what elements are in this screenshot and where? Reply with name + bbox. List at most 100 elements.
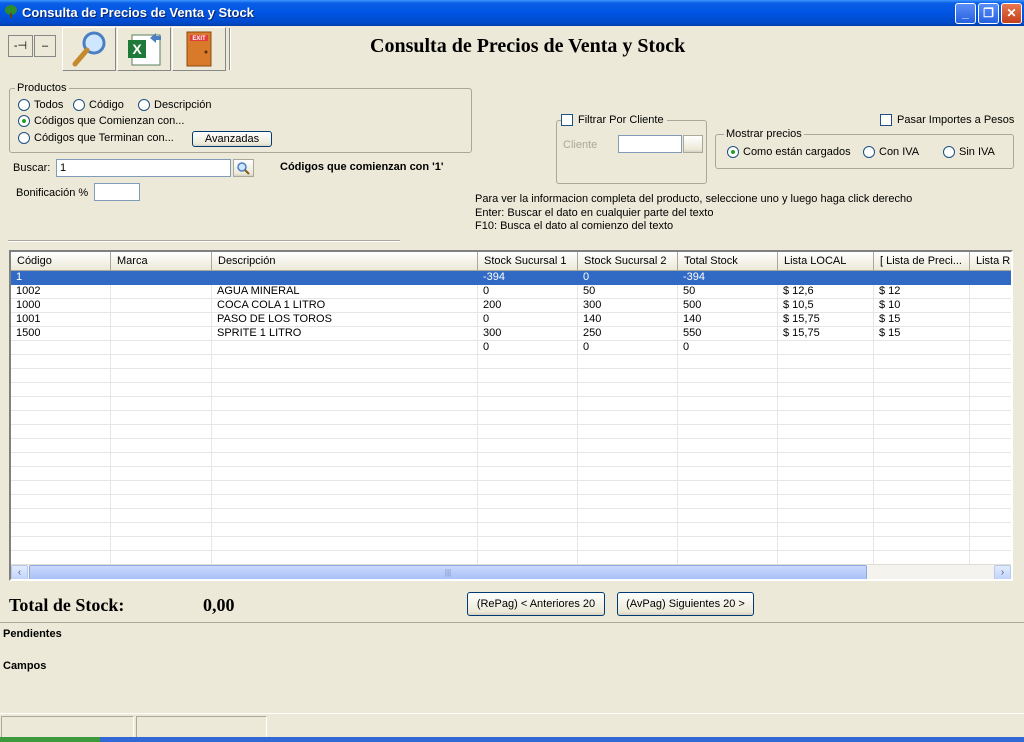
scroll-left-button[interactable]: ‹	[11, 565, 28, 579]
table-row[interactable]	[11, 509, 1011, 523]
table-row[interactable]	[11, 425, 1011, 439]
table-row[interactable]	[11, 467, 1011, 481]
products-grid[interactable]: Código Marca Descripción Stock Sucursal 1 St…	[9, 250, 1013, 581]
table-cell	[478, 383, 578, 397]
table-row[interactable]: 1002 AGUA MINERAL 0 50 50 $ 12,6 $ 12	[11, 285, 1011, 299]
table-cell	[111, 341, 212, 355]
start-button[interactable]	[0, 737, 100, 742]
radio-como-cargados[interactable]: Como están cargados	[727, 146, 851, 158]
filtrar-cliente-checkbox[interactable]: Filtrar Por Cliente	[561, 114, 667, 126]
table-row[interactable]	[11, 397, 1011, 411]
table-cell	[478, 397, 578, 411]
minus-button[interactable]: –	[34, 35, 56, 57]
column-header[interactable]: Lista LOCAL	[778, 252, 874, 271]
table-row[interactable]	[11, 383, 1011, 397]
table-cell	[778, 453, 874, 467]
radio-sin-iva[interactable]: Sin IVA	[943, 146, 995, 158]
column-header[interactable]: Stock Sucursal 2	[578, 252, 678, 271]
pasar-importes-checkbox[interactable]: Pasar Importes a Pesos	[880, 114, 1014, 126]
column-header[interactable]: [ Lista de Preci...	[874, 252, 970, 271]
table-cell	[970, 537, 1011, 551]
radio-descripcion[interactable]: Descripción	[138, 99, 211, 111]
maximize-button[interactable]: ❐	[978, 3, 999, 24]
table-row[interactable]	[11, 369, 1011, 383]
table-row[interactable]	[11, 439, 1011, 453]
table-row[interactable]	[11, 537, 1011, 551]
search-result-text: Códigos que comienzan con '1'	[280, 161, 444, 173]
table-cell: 50	[578, 285, 678, 299]
radio-terminan[interactable]: Códigos que Terminan con...	[18, 132, 174, 144]
close-button[interactable]: ✕	[1001, 3, 1022, 24]
table-row[interactable]	[11, 453, 1011, 467]
column-header[interactable]: Marca	[111, 252, 212, 271]
table-cell	[578, 411, 678, 425]
next-page-button[interactable]: (AvPag) Siguientes 20 >	[617, 592, 754, 616]
table-cell	[578, 537, 678, 551]
avanzadas-button[interactable]: Avanzadas	[192, 131, 272, 147]
column-header[interactable]: Lista R	[970, 252, 1011, 271]
minimize-button[interactable]: _	[955, 3, 976, 24]
table-cell	[970, 341, 1011, 355]
table-row[interactable]: 1500 SPRITE 1 LITRO 300 250 550 $ 15,75 $ 15	[11, 327, 1011, 341]
table-cell: AGUA MINERAL	[212, 285, 478, 299]
cliente-lookup-button[interactable]	[683, 135, 703, 153]
bonificacion-input[interactable]	[94, 183, 140, 201]
table-cell	[778, 369, 874, 383]
help-line-2: Enter: Buscar el dato en cualquier parte…	[475, 207, 714, 219]
table-row[interactable]	[11, 481, 1011, 495]
table-row[interactable]	[11, 355, 1011, 369]
table-row[interactable]: 1 -394 0 -394	[11, 271, 1011, 285]
radio-todos[interactable]: Todos	[18, 99, 63, 111]
table-row[interactable]	[11, 411, 1011, 425]
table-row[interactable]	[11, 523, 1011, 537]
pin-button[interactable]: -⊣	[8, 35, 33, 57]
table-cell	[874, 369, 970, 383]
radio-dot	[73, 99, 85, 111]
table-cell	[11, 495, 111, 509]
column-header[interactable]: Descripción	[212, 252, 478, 271]
table-cell	[970, 509, 1011, 523]
table-cell	[111, 467, 212, 481]
cliente-input[interactable]	[618, 135, 682, 153]
search-go-button[interactable]	[233, 159, 254, 177]
column-header[interactable]: Stock Sucursal 1	[478, 252, 578, 271]
table-cell	[11, 397, 111, 411]
exit-button[interactable]: EXIT	[172, 27, 226, 71]
prev-page-button[interactable]: (RePag) < Anteriores 20	[467, 592, 605, 616]
column-header[interactable]: Total Stock	[678, 252, 778, 271]
table-cell	[578, 355, 678, 369]
table-cell	[111, 369, 212, 383]
table-cell	[212, 481, 478, 495]
table-cell	[11, 523, 111, 537]
table-cell	[678, 537, 778, 551]
radio-codigo[interactable]: Código	[73, 99, 124, 111]
radio-con-iva[interactable]: Con IVA	[863, 146, 919, 158]
excel-export-button[interactable]: X	[117, 27, 171, 71]
table-row[interactable]: 000	[11, 341, 1011, 355]
scroll-thumb[interactable]: |||	[29, 565, 867, 579]
toolbar-separator	[229, 28, 231, 70]
table-cell	[970, 481, 1011, 495]
radio-comienzan[interactable]: Códigos que Comienzan con...	[18, 115, 184, 127]
table-row[interactable]	[11, 495, 1011, 509]
table-cell	[111, 495, 212, 509]
table-cell	[111, 453, 212, 467]
table-cell	[478, 369, 578, 383]
table-cell	[111, 327, 212, 341]
table-row[interactable]: 1000 COCA COLA 1 LITRO 200 300 500 $ 10,5 $ 10	[11, 299, 1011, 313]
column-header[interactable]: Código	[11, 252, 111, 271]
table-row[interactable]	[11, 551, 1011, 564]
table-cell	[678, 411, 778, 425]
horizontal-scrollbar[interactable]: ‹ ||| ›	[11, 564, 1011, 579]
radio-codigo-label: Código	[89, 99, 124, 111]
search-toolbar-button[interactable]	[62, 27, 116, 71]
window-titlebar[interactable]: Consulta de Precios de Venta y Stock _ ❐…	[0, 0, 1024, 26]
total-stock-label: Total de Stock:	[9, 595, 125, 615]
scroll-right-button[interactable]: ›	[994, 565, 1011, 579]
table-cell	[778, 481, 874, 495]
table-cell: $ 15	[874, 327, 970, 341]
table-cell	[478, 481, 578, 495]
table-row[interactable]: 1001 PASO DE LOS TOROS 0 140 140 $ 15,75 $ 15	[11, 313, 1011, 327]
table-cell: 0	[478, 341, 578, 355]
search-input[interactable]: 1	[56, 159, 231, 177]
